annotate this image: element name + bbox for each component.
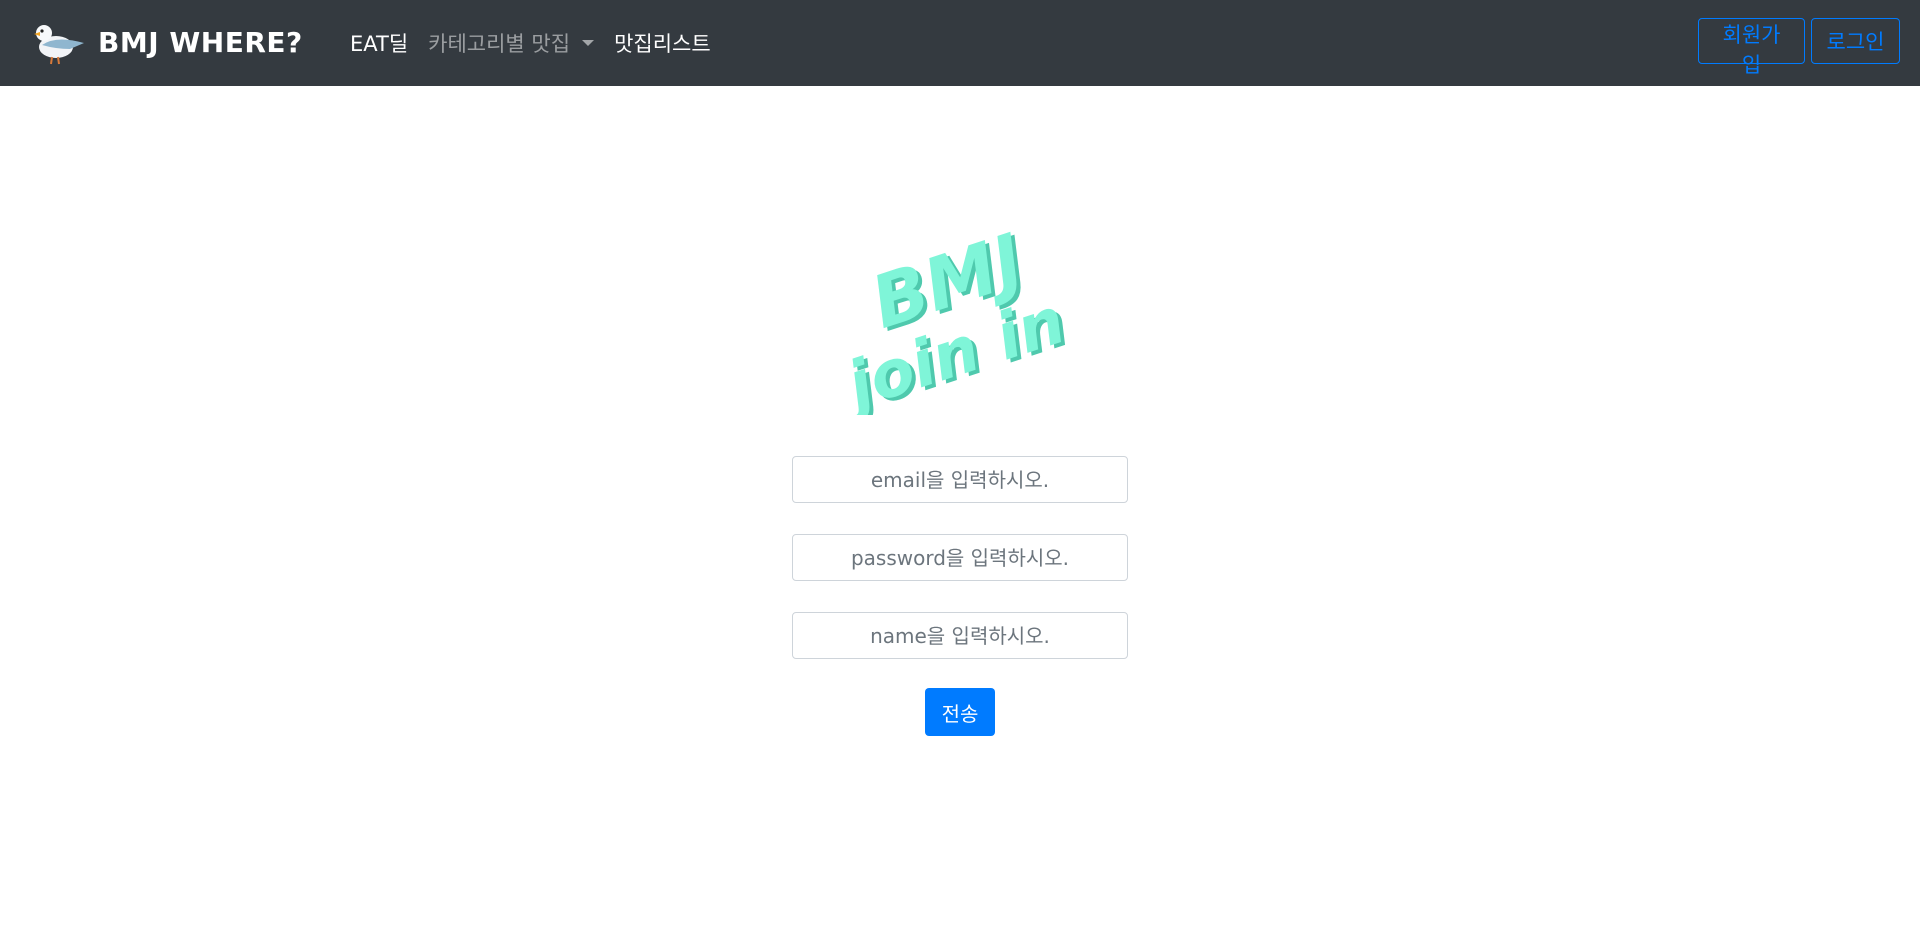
signup-form [792,456,1128,690]
email-field[interactable] [792,456,1128,503]
top-navbar: BMJ WHERE? EAT딜 카테고리별 맛집 맛집리스트 회원가입 로그인 [0,0,1920,86]
password-field[interactable] [792,534,1128,581]
nav-link-eatdeal[interactable]: EAT딜 [350,28,408,58]
nav-dropdown-category-label: 카테고리별 맛집 [428,32,571,56]
submit-button[interactable]: 전송 [925,688,995,736]
brand-link[interactable]: BMJ WHERE? [30,16,303,68]
nav-link-restaurant-list[interactable]: 맛집리스트 [614,28,711,58]
chevron-down-icon [582,40,595,46]
auth-buttons: 회원가입 로그인 [1698,18,1900,77]
brand-title: BMJ WHERE? [98,25,303,59]
login-button[interactable]: 로그인 [1811,18,1900,64]
nav-links: EAT딜 카테고리별 맛집 맛집리스트 [350,0,711,86]
seagull-icon [34,25,84,65]
join-in-logo: BMJ BMJ join in join in [830,218,1078,415]
name-field[interactable] [792,612,1128,659]
signup-button[interactable]: 회원가입 [1698,18,1805,77]
nav-dropdown-category[interactable]: 카테고리별 맛집 [428,28,595,58]
